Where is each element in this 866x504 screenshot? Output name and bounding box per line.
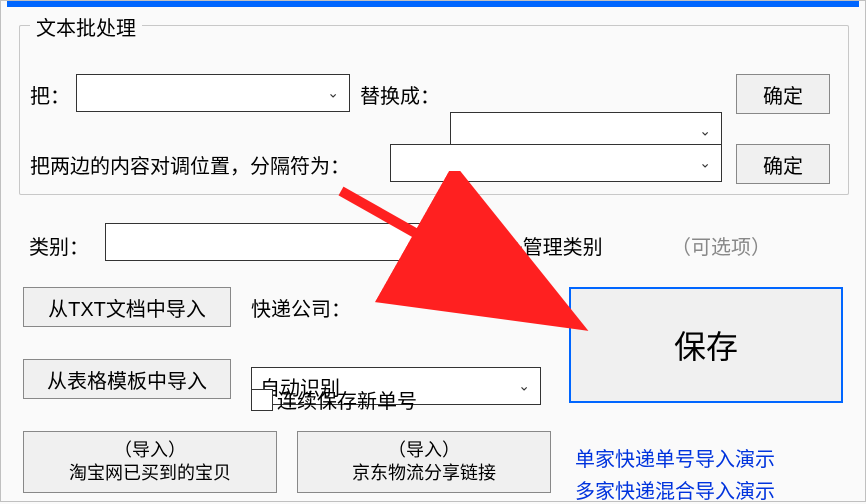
confirm-swap-button[interactable]: 确定 bbox=[736, 144, 830, 184]
chevron-down-icon: ⌄ bbox=[518, 378, 530, 395]
manage-category-link[interactable]: +管理类别 bbox=[511, 231, 603, 260]
button-bottom-label: 京东物流分享链接 bbox=[352, 462, 496, 485]
chevron-down-icon: ⌄ bbox=[327, 85, 339, 102]
import-jd-button[interactable]: （导入） 京东物流分享链接 bbox=[297, 431, 551, 493]
button-top-label: （导入） bbox=[388, 439, 460, 462]
chevron-down-icon: ⌄ bbox=[699, 123, 711, 140]
checkbox-icon[interactable] bbox=[251, 389, 273, 411]
button-label: 保存 bbox=[674, 322, 738, 368]
label-to: 替换成： bbox=[360, 80, 440, 109]
chevron-down-icon: ⌄ bbox=[699, 155, 711, 172]
continuous-save-checkbox-row[interactable]: 连续保存新单号 bbox=[251, 385, 417, 414]
import-from-txt-button[interactable]: 从TXT文档中导入 bbox=[23, 287, 231, 327]
courier-label: 快递公司： bbox=[251, 293, 351, 322]
category-label: 类别： bbox=[29, 231, 89, 260]
checkbox-label: 连续保存新单号 bbox=[277, 385, 417, 414]
demo-single-courier-link[interactable]: 单家快递单号导入演示 bbox=[575, 443, 775, 472]
window-top-border bbox=[7, 1, 859, 7]
button-top-label: （导入） bbox=[114, 439, 186, 462]
button-label: 从TXT文档中导入 bbox=[48, 293, 206, 322]
swap-row: 把两边的内容对调位置，分隔符为： ⌄ 确定 bbox=[30, 144, 838, 184]
demo-multi-courier-link[interactable]: 多家快递混合导入演示 bbox=[575, 475, 775, 504]
combo-from[interactable]: ⌄ bbox=[76, 74, 350, 112]
button-label: 确定 bbox=[763, 150, 803, 179]
combo-separator[interactable]: ⌄ bbox=[390, 144, 722, 182]
import-taobao-button[interactable]: （导入） 淘宝网已买到的宝贝 bbox=[23, 431, 277, 493]
text-batch-fieldset: 文本批处理 把： ⌄ 替换成： ⌄ 确定 把两边的内容对调位置，分隔符为： ⌄ … bbox=[19, 25, 849, 195]
import-from-template-button[interactable]: 从表格模板中导入 bbox=[23, 359, 231, 399]
label-swap: 把两边的内容对调位置，分隔符为： bbox=[30, 150, 350, 179]
fieldset-legend: 文本批处理 bbox=[30, 12, 142, 41]
button-label: 从表格模板中导入 bbox=[47, 365, 207, 394]
label-from: 把： bbox=[30, 80, 70, 109]
button-label: 确定 bbox=[763, 80, 803, 109]
combo-category[interactable]: ⌄ bbox=[105, 223, 461, 261]
chevron-down-icon: ⌄ bbox=[438, 234, 450, 251]
optional-hint: （可选项） bbox=[671, 231, 771, 260]
replace-row: 把： ⌄ 替换成： ⌄ 确定 bbox=[30, 74, 838, 114]
save-button[interactable]: 保存 bbox=[569, 287, 843, 403]
confirm-replace-button[interactable]: 确定 bbox=[736, 74, 830, 114]
button-bottom-label: 淘宝网已买到的宝贝 bbox=[69, 462, 231, 485]
